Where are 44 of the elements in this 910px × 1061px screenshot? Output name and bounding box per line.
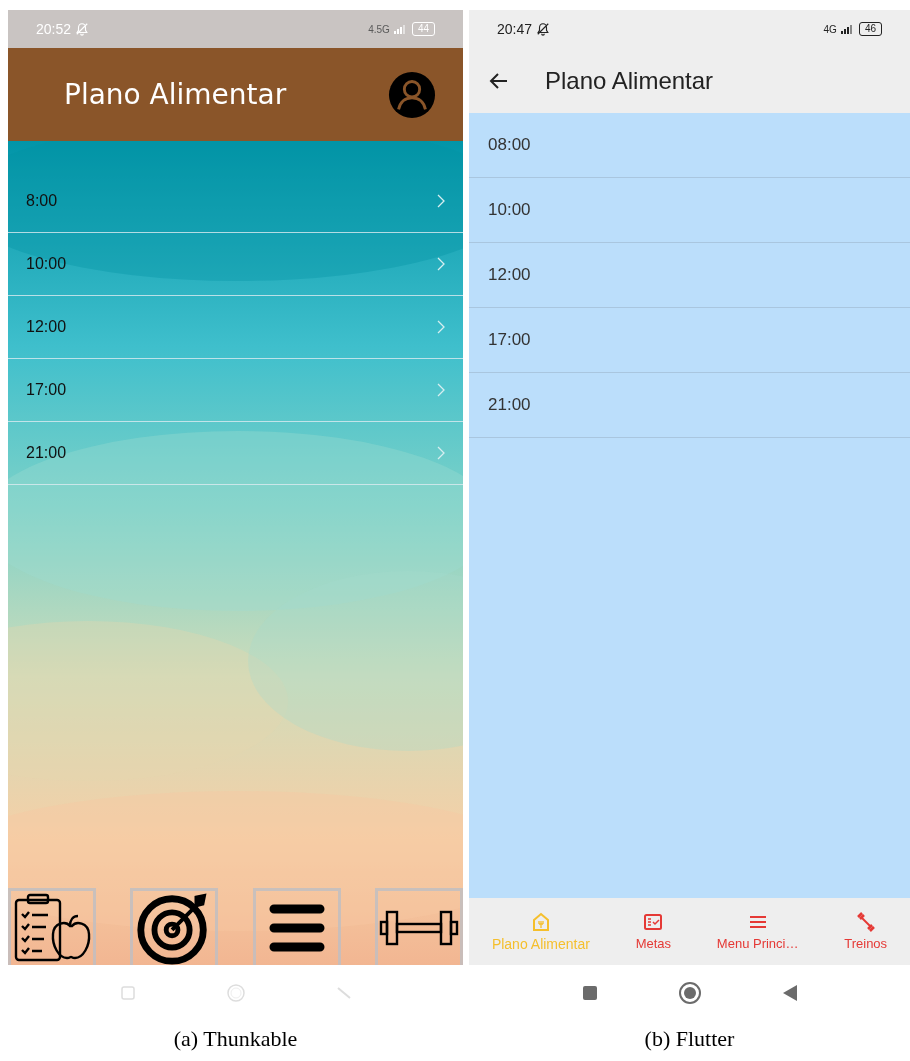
profile-avatar-icon[interactable] (388, 69, 436, 120)
figure-caption: (a) Thunkable (172, 1025, 299, 1052)
bell-off-icon (536, 22, 551, 36)
status-time: 20:47 (497, 21, 533, 37)
chevron-icon (437, 383, 445, 397)
time-list-item[interactable]: 21:00 (8, 422, 463, 485)
bottom-nav-tab[interactable]: Treinos (844, 912, 888, 951)
signal-icon (840, 24, 855, 34)
time-list-item[interactable]: 21:00 (469, 373, 910, 438)
clipboard-apple-icon (12, 892, 92, 964)
back-arrow-icon[interactable] (489, 70, 509, 91)
chevron-icon (437, 194, 445, 208)
time-list-item[interactable]: 17:00 (469, 308, 910, 373)
network-type: 4G (823, 23, 837, 35)
chevron-icon (437, 257, 445, 271)
bottom-nav-tab[interactable]: Menu Princi… (716, 912, 799, 951)
figure-caption: (b) Flutter (643, 1025, 736, 1052)
signal-icon (393, 24, 408, 34)
time-list-item[interactable]: 12:00 (8, 296, 463, 359)
dumbbell-icon (855, 912, 876, 932)
bell-off-icon (75, 22, 90, 36)
nav-button[interactable] (130, 888, 219, 965)
chevron-icon (437, 446, 445, 460)
checklist-icon (643, 912, 664, 932)
time-list-item[interactable]: 8:00 (8, 170, 463, 233)
dumbbell-icon (379, 908, 459, 948)
battery-level: 46 (858, 22, 882, 36)
status-time: 20:52 (36, 21, 72, 37)
time-list-item[interactable]: 17:00 (8, 359, 463, 422)
chevron-icon (437, 320, 445, 334)
menu-icon (268, 904, 325, 952)
time-list-item[interactable]: 10:00 (8, 233, 463, 296)
recents-icon[interactable] (581, 984, 598, 1001)
screen-title: Plano Alimentar (545, 66, 714, 95)
screen-title: Plano Alimentar (64, 78, 287, 111)
network-type: 4.5G (368, 23, 390, 35)
battery-level: 44 (411, 22, 435, 36)
bottom-nav-tab[interactable]: Metas (635, 912, 672, 951)
house-icon (530, 911, 551, 932)
time-list-item[interactable]: 12:00 (469, 243, 910, 308)
time-list-item[interactable]: 10:00 (469, 178, 910, 243)
home-icon[interactable] (677, 980, 702, 1005)
back-icon[interactable] (781, 983, 798, 1002)
time-list-item[interactable]: 08:00 (469, 113, 910, 178)
